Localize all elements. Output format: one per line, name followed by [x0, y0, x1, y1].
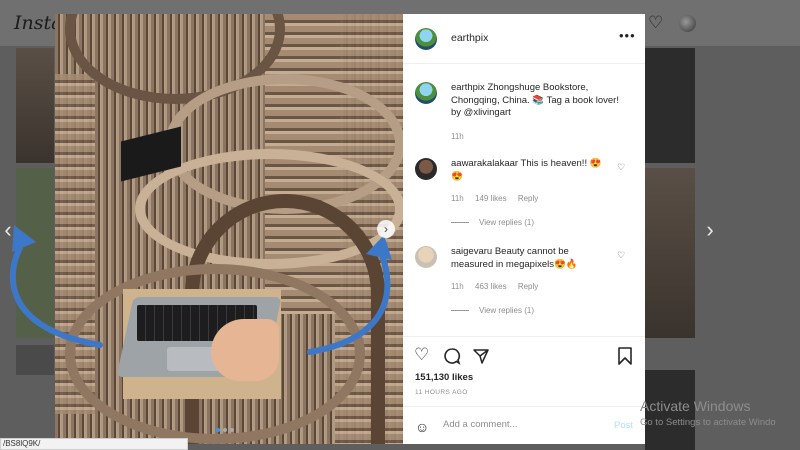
heart-icon[interactable]: ♡ — [414, 346, 429, 364]
hand-on-trackpad — [211, 319, 279, 381]
comment-time: 11h — [451, 194, 464, 203]
caption-author-avatar[interactable] — [415, 82, 437, 104]
background-grid-tile — [16, 48, 54, 163]
comment-likes[interactable]: 149 likes — [475, 194, 507, 203]
background-grid-tile — [645, 48, 695, 163]
post-time-ago: 11 HOURS AGO — [415, 389, 468, 396]
activity-heart-icon[interactable]: ♡ — [648, 14, 666, 32]
caption-meta: 11h — [451, 132, 473, 141]
status-url: /BS8lQ9K/ — [0, 438, 188, 450]
right-curve-arrow-icon — [307, 235, 392, 355]
commenter-avatar[interactable] — [415, 246, 437, 268]
laptop-overlay-image — [116, 289, 282, 399]
author-username[interactable]: earthpix — [451, 32, 488, 44]
carousel-dots — [216, 428, 234, 432]
comment-input[interactable] — [443, 419, 603, 430]
caption-username[interactable]: earthpix — [451, 82, 485, 93]
more-options-icon[interactable]: ••• — [619, 28, 636, 43]
add-comment-row: ☺ Post — [403, 406, 645, 444]
photo-next-chevron-icon[interactable]: › — [377, 220, 395, 238]
bookmark-icon[interactable] — [617, 347, 633, 365]
comment-meta: 11h 149 likes Reply — [451, 194, 547, 203]
commenter-username[interactable]: saigevaru — [451, 246, 492, 257]
emoji-icon[interactable]: ☺ — [415, 419, 429, 435]
background-grid-tile — [645, 168, 695, 338]
carousel-dot-active — [216, 428, 220, 432]
comment-text-block: aawarakalakaar This is heaven!! 😍😍 — [451, 158, 611, 183]
view-replies-link[interactable]: View replies (1) — [451, 218, 534, 227]
view-replies-link[interactable]: View replies (1) — [451, 306, 534, 315]
share-icon[interactable] — [472, 347, 490, 365]
profile-avatar-icon[interactable] — [679, 15, 696, 32]
actions-divider — [403, 336, 645, 337]
commenter-username[interactable]: aawarakalakaar — [451, 158, 518, 169]
author-avatar[interactable] — [415, 28, 437, 50]
caption-text-block: earthpix Zhongshuge Bookstore, Chongqing… — [451, 82, 621, 120]
left-curve-arrow-icon — [9, 225, 103, 348]
comment-like-heart-icon[interactable]: ♡ — [617, 162, 625, 173]
windows-activate-subtitle: Go to Settings to activate Windo — [640, 417, 776, 428]
comment-icon[interactable] — [443, 347, 461, 365]
comment-text-block: saigevaru Beauty cannot be measured in m… — [451, 246, 611, 271]
comment-like-heart-icon[interactable]: ♡ — [617, 250, 625, 261]
comment-reply-link[interactable]: Reply — [518, 282, 538, 291]
post-header: earthpix ••• — [403, 14, 645, 64]
carousel-dot — [230, 428, 234, 432]
like-count[interactable]: 151,130 likes — [415, 372, 473, 383]
next-post-chevron-icon[interactable]: › — [700, 219, 720, 241]
comment-likes[interactable]: 463 likes — [475, 282, 507, 291]
post-side-panel: earthpix ••• earthpix Zhongshuge Booksto… — [403, 14, 645, 444]
comment-time: 11h — [451, 282, 464, 291]
carousel-dot — [223, 428, 227, 432]
post-comment-button[interactable]: Post — [614, 420, 633, 431]
windows-activate-title: Activate Windows — [640, 398, 751, 414]
comment-meta: 11h 463 likes Reply — [451, 282, 547, 291]
comment-reply-link[interactable]: Reply — [518, 194, 538, 203]
commenter-avatar[interactable] — [415, 158, 437, 180]
caption-time: 11h — [451, 132, 464, 141]
